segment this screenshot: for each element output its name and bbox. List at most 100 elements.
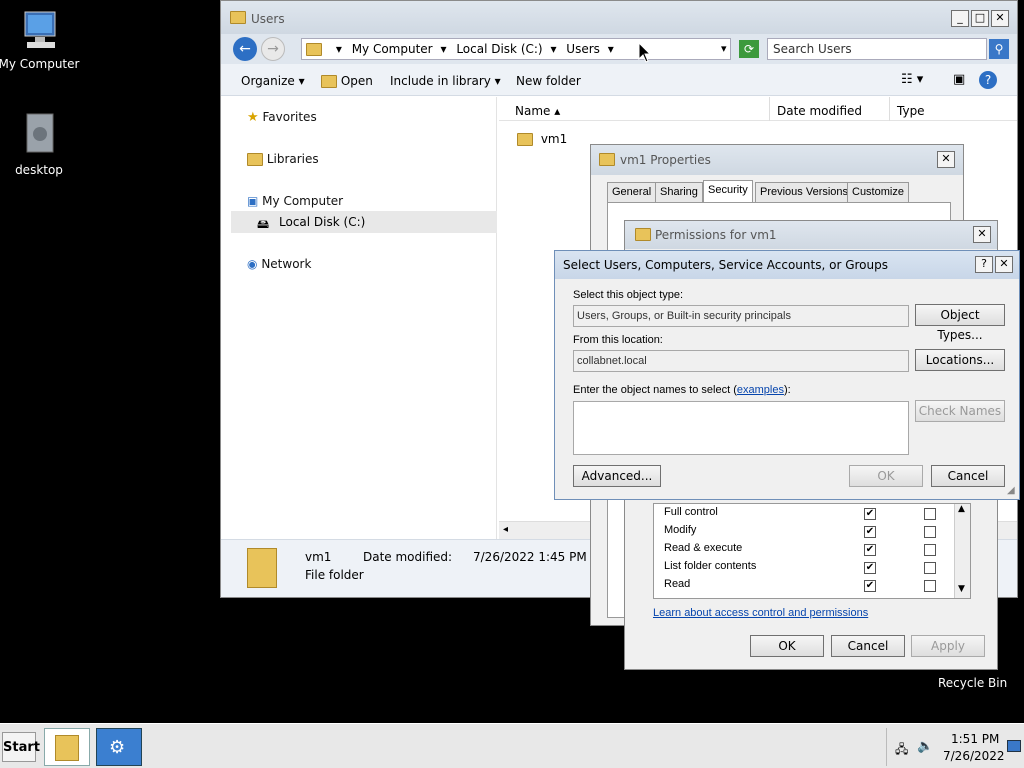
allow-checkbox[interactable]: ✔: [864, 526, 876, 538]
deny-checkbox[interactable]: [924, 544, 936, 556]
ok-button[interactable]: OK: [750, 635, 824, 657]
close-button[interactable]: ✕: [995, 256, 1013, 273]
dialog-title: Select Users, Computers, Service Account…: [563, 258, 888, 272]
folder-icon: [321, 75, 337, 88]
column-date-modified[interactable]: Date modified: [777, 104, 862, 118]
volume-icon[interactable]: 🔈: [917, 739, 933, 754]
maximize-button[interactable]: □: [971, 10, 989, 27]
search-icon[interactable]: ⚲: [989, 39, 1009, 59]
refresh-icon[interactable]: ⟳: [739, 40, 759, 58]
close-button[interactable]: ✕: [973, 226, 991, 243]
desktop-icon-my-computer[interactable]: My Computer: [0, 10, 84, 71]
folder-large-icon: [247, 548, 277, 588]
drive-icon: 🖴: [257, 217, 270, 231]
close-button[interactable]: ✕: [937, 151, 955, 168]
location-field: collabnet.local: [573, 350, 909, 372]
object-types-button[interactable]: Object Types...: [915, 304, 1005, 342]
new-folder-button[interactable]: New folder: [516, 74, 581, 88]
tab-general[interactable]: General: [607, 182, 657, 202]
address-row: ← → ▾ My Computer ▾ Local Disk (C:) ▾ Us…: [221, 34, 1017, 64]
check-names-button[interactable]: Check Names: [915, 400, 1005, 422]
object-names-input[interactable]: [573, 401, 909, 455]
nav-favorites[interactable]: ★ Favorites: [247, 110, 317, 125]
allow-checkbox[interactable]: ✔: [864, 544, 876, 556]
examples-link[interactable]: examples: [737, 384, 784, 396]
desktop-icon-desktop[interactable]: desktop: [0, 112, 84, 177]
column-type[interactable]: Type: [897, 104, 925, 118]
help-icon[interactable]: ?: [975, 256, 993, 273]
help-icon[interactable]: ?: [979, 71, 997, 89]
search-input[interactable]: Search Users: [767, 38, 987, 60]
cursor-icon: [638, 42, 652, 63]
command-bar: Organize ▾ Open Include in library ▾ New…: [221, 64, 1017, 96]
allow-checkbox[interactable]: ✔: [864, 580, 876, 592]
organize-button[interactable]: Organize ▾: [241, 74, 305, 88]
advanced-button[interactable]: Advanced...: [573, 465, 661, 487]
deny-checkbox[interactable]: [924, 526, 936, 538]
location-label: From this location:: [573, 334, 663, 346]
system-tray: 🖧 🔈 1:51 PM 7/26/2022: [886, 728, 1024, 766]
cancel-button[interactable]: Cancel: [931, 465, 1005, 487]
breadcrumb-item[interactable]: Local Disk (C:): [456, 42, 542, 56]
dialog-titlebar: Select Users, Computers, Service Account…: [555, 251, 1019, 279]
minimize-button[interactable]: _: [951, 10, 969, 27]
nav-libraries[interactable]: Libraries: [247, 152, 319, 166]
learn-permissions-link[interactable]: Learn about access control and permissio…: [653, 607, 868, 619]
clock-time[interactable]: 1:51 PM: [951, 732, 999, 746]
network-icon[interactable]: 🖧: [895, 740, 908, 761]
clock-date[interactable]: 7/26/2022: [943, 749, 1005, 763]
nav-local-disk-selected[interactable]: 🖴 Local Disk (C:): [231, 211, 497, 233]
deny-checkbox[interactable]: [924, 508, 936, 520]
breadcrumb-item[interactable]: My Computer: [352, 42, 433, 56]
allow-checkbox[interactable]: ✔: [864, 562, 876, 574]
allow-checkbox[interactable]: ✔: [864, 508, 876, 520]
list-item[interactable]: vm1: [517, 132, 567, 146]
taskbar-explorer-button[interactable]: [44, 728, 90, 766]
tab-security[interactable]: Security: [703, 180, 753, 203]
vertical-scrollbar[interactable]: ▲ ▼: [954, 504, 970, 598]
computer-icon: ▣: [247, 194, 259, 208]
window-title: Permissions for vm1: [655, 228, 777, 242]
start-button[interactable]: Start: [2, 732, 40, 762]
column-name[interactable]: Name ▴: [515, 104, 560, 118]
tab-customize[interactable]: Customize: [847, 182, 909, 202]
cancel-button[interactable]: Cancel: [831, 635, 905, 657]
back-arrow-icon[interactable]: ←: [233, 37, 257, 61]
folder-icon: [55, 735, 79, 761]
view-options-icon[interactable]: ☷ ▾: [901, 72, 923, 87]
window-title: Users: [251, 12, 285, 26]
properties-titlebar: vm1 Properties ✕: [591, 145, 963, 175]
ok-button[interactable]: OK: [849, 465, 923, 487]
include-in-library-button[interactable]: Include in library ▾: [390, 74, 501, 88]
open-button[interactable]: Open: [321, 74, 373, 88]
tab-sharing[interactable]: Sharing: [655, 182, 703, 202]
resize-grip-icon[interactable]: ◢: [1007, 485, 1015, 496]
details-type: File folder: [305, 568, 364, 582]
computer-icon: [24, 11, 56, 48]
star-icon: ★: [247, 110, 259, 125]
nav-network[interactable]: ◉ Network: [247, 257, 311, 271]
apply-button[interactable]: Apply: [911, 635, 985, 657]
object-names-label: Enter the object names to select (exampl…: [573, 384, 791, 396]
scroll-down-icon[interactable]: ▼: [958, 584, 965, 594]
locations-button[interactable]: Locations...: [915, 349, 1005, 371]
details-date-label: Date modified:: [363, 550, 453, 564]
select-users-dialog: Select Users, Computers, Service Account…: [554, 250, 1020, 500]
tab-previous-versions[interactable]: Previous Versions: [755, 182, 854, 202]
nav-my-computer[interactable]: ▣ My Computer: [247, 194, 343, 208]
scroll-left-icon[interactable]: ◂: [503, 524, 508, 535]
deny-checkbox[interactable]: [924, 580, 936, 592]
taskbar-server-manager-button[interactable]: ⚙: [96, 728, 142, 766]
scroll-up-icon[interactable]: ▲: [958, 504, 965, 514]
permission-row: Read & execute ✔: [664, 542, 964, 560]
address-bar[interactable]: ▾ My Computer ▾ Local Disk (C:) ▾ Users …: [301, 38, 731, 60]
deny-checkbox[interactable]: [924, 562, 936, 574]
close-button[interactable]: ✕: [991, 10, 1009, 27]
desktop-icon-recycle-bin[interactable]: Recycle Bin: [938, 676, 1007, 690]
breadcrumb-item[interactable]: Users: [566, 42, 600, 56]
permission-list: Full control ✔ Modify ✔ Read & execute ✔…: [653, 503, 971, 599]
forward-arrow-icon[interactable]: →: [261, 37, 285, 61]
preview-pane-icon[interactable]: ▣: [953, 72, 965, 87]
show-desktop-icon[interactable]: [1007, 740, 1021, 752]
address-dropdown-icon[interactable]: ▾: [721, 38, 735, 60]
